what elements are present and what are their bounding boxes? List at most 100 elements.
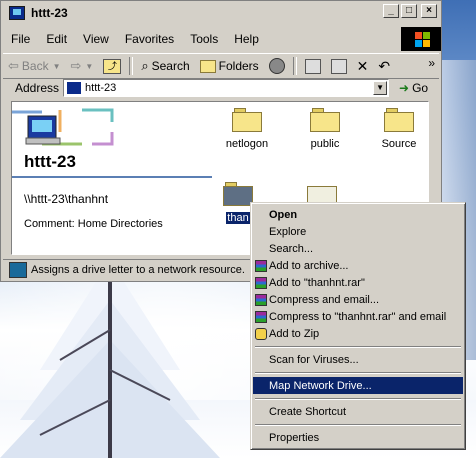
history-button[interactable] <box>264 55 290 77</box>
shared-folder-icon <box>384 106 414 132</box>
folder-label: netlogon <box>225 138 269 150</box>
menu-item-explore[interactable]: Explore <box>253 223 463 240</box>
folder-label: Source <box>381 138 417 150</box>
computer-icon <box>9 6 25 20</box>
zip-icon <box>255 327 267 340</box>
menu-bar: File Edit View Favorites Tools Help <box>3 29 399 49</box>
menu-item-label: Add to archive... <box>269 259 349 272</box>
copy-to-button[interactable] <box>326 55 352 77</box>
menu-item-label: Add to "thanhnt.rar" <box>269 276 365 289</box>
close-button[interactable]: × <box>421 4 437 18</box>
search-label: Search <box>151 59 190 73</box>
folders-button[interactable]: Folders <box>195 55 264 77</box>
webview-banner-graphic <box>12 102 132 152</box>
go-arrow-icon: ➜ <box>399 81 410 95</box>
winrar-icon <box>255 276 267 289</box>
menu-item-map-network-drive[interactable]: Map Network Drive... <box>253 377 463 394</box>
menu-separator <box>255 346 461 348</box>
undo-button[interactable]: ↶ <box>373 55 395 77</box>
menu-favorites[interactable]: Favorites <box>117 32 182 46</box>
toolbar-overflow-button[interactable]: » <box>428 56 435 70</box>
shared-folder-icon <box>232 106 262 132</box>
back-arrow-icon: ⇦ <box>8 58 19 73</box>
folders-label: Folders <box>218 59 259 73</box>
menu-tools[interactable]: Tools <box>182 32 226 46</box>
chevron-down-icon: ▼ <box>85 61 94 71</box>
menu-item-compress-email[interactable]: Compress and email... <box>253 291 463 308</box>
undo-icon: ↶ <box>378 57 391 74</box>
menu-item-add-to-zip[interactable]: Add to Zip <box>253 325 463 342</box>
winrar-icon <box>255 259 267 272</box>
address-label: Address <box>15 81 60 95</box>
computer-icon <box>67 82 82 94</box>
menu-separator <box>255 372 461 374</box>
menu-item-label: Add to Zip <box>269 327 320 340</box>
folder-public[interactable]: public <box>290 106 360 150</box>
windows-logo-icon <box>401 27 441 51</box>
menu-separator <box>255 424 461 426</box>
winrar-icon <box>255 293 267 306</box>
folder-label: than <box>226 212 250 224</box>
move-to-button[interactable] <box>300 55 326 77</box>
maximize-button[interactable]: □ <box>401 4 417 18</box>
minimize-button[interactable]: _ <box>383 4 399 18</box>
menu-item-search[interactable]: Search... <box>253 240 463 257</box>
up-folder-button[interactable]: ⤴ <box>98 55 126 77</box>
folder-netlogon[interactable]: netlogon <box>212 106 282 150</box>
chevron-down-icon[interactable]: ▼ <box>373 81 388 95</box>
status-icon <box>9 262 27 278</box>
menu-edit[interactable]: Edit <box>38 32 75 46</box>
page-title: httt-23 <box>24 152 76 171</box>
search-icon: ⌕ <box>141 58 149 73</box>
menu-item-open[interactable]: Open <box>253 206 463 223</box>
standard-toolbar: ⇦ Back ▼ ⇨ ▼ ⤴ ⌕ Search Folders ✕ ↶ » <box>3 53 439 79</box>
menu-file[interactable]: File <box>3 32 38 46</box>
menu-item-label: Compress and email... <box>269 293 380 306</box>
menu-item-compress-rar-email[interactable]: Compress to "thanhnt.rar" and email <box>253 308 463 325</box>
back-button[interactable]: ⇦ Back ▼ <box>3 55 66 77</box>
address-input[interactable]: httt-23 ▼ <box>63 79 390 97</box>
chevron-down-icon: ▼ <box>52 61 61 71</box>
menu-item-create-shortcut[interactable]: Create Shortcut <box>253 403 463 420</box>
forward-button[interactable]: ⇨ ▼ <box>66 55 99 77</box>
menu-item-label: Scan for Viruses... <box>269 353 359 366</box>
title-divider <box>12 176 212 178</box>
menu-item-label: Compress to "thanhnt.rar" and email <box>269 310 447 323</box>
menu-view[interactable]: View <box>75 32 117 46</box>
menu-item-label: Create Shortcut <box>269 405 347 418</box>
forward-arrow-icon: ⇨ <box>70 58 82 73</box>
unc-path: \\httt-23\thanhnt <box>24 192 109 206</box>
toolbar-separator <box>129 57 134 75</box>
menu-item-add-to-archive[interactable]: Add to archive... <box>253 257 463 274</box>
winrar-icon <box>255 310 267 323</box>
menu-item-properties[interactable]: Properties <box>253 429 463 446</box>
menu-item-label: Properties <box>269 431 320 444</box>
search-button[interactable]: ⌕ Search <box>136 55 194 77</box>
menu-separator <box>255 398 461 400</box>
menu-item-scan-viruses[interactable]: Scan for Viruses... <box>253 351 463 368</box>
title-bar[interactable]: httt-23 <box>3 3 439 23</box>
delete-icon: ✕ <box>356 57 369 74</box>
menu-item-label: Search... <box>269 242 314 255</box>
folders-icon <box>199 59 216 73</box>
up-folder-icon: ⤴ <box>103 58 122 74</box>
menu-item-label: Explore <box>269 225 307 238</box>
folder-label: public <box>310 138 340 150</box>
toolbar-separator <box>292 57 297 75</box>
shared-folder-icon <box>310 106 340 132</box>
context-menu: Open Explore Search... Add to archive...… <box>250 202 466 450</box>
back-label: Back <box>21 59 49 73</box>
menu-item-add-to-rar[interactable]: Add to "thanhnt.rar" <box>253 274 463 291</box>
copy-to-icon <box>330 58 347 74</box>
history-icon <box>268 58 285 74</box>
address-bar: Address httt-23 ▼ ➜ Go <box>3 77 439 99</box>
go-button[interactable]: ➜ Go <box>399 81 428 95</box>
menu-help[interactable]: Help <box>226 32 267 46</box>
delete-button[interactable]: ✕ <box>352 55 374 77</box>
menu-item-label: Open <box>269 208 298 221</box>
move-to-icon <box>304 58 321 74</box>
status-text: Assigns a drive letter to a network reso… <box>31 264 245 276</box>
folder-source[interactable]: Source <box>364 106 428 150</box>
address-value: httt-23 <box>85 82 117 94</box>
window-title: httt-23 <box>31 6 68 20</box>
